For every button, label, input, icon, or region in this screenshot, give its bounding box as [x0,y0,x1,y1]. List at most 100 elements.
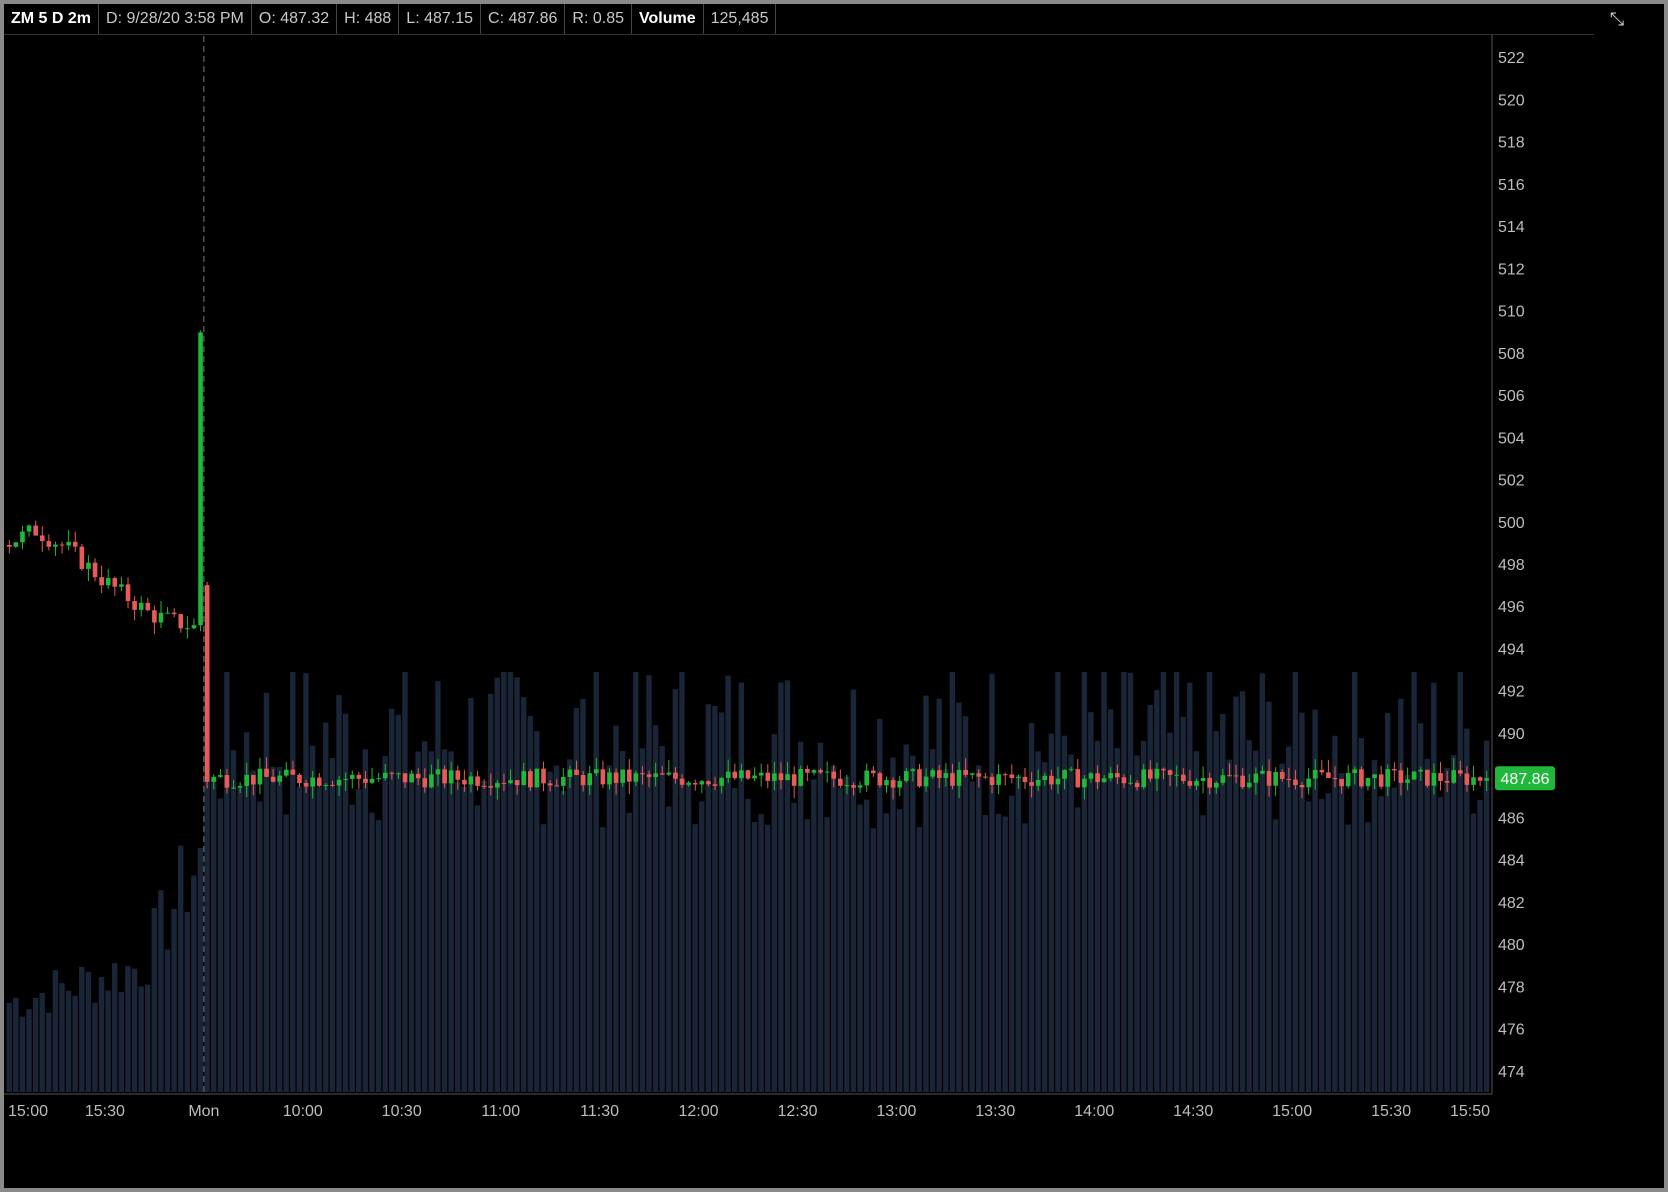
volume-bar [1009,795,1015,1092]
candle [1425,769,1430,788]
candle [158,601,164,629]
volume-bar [1325,793,1332,1092]
volume-bar [870,828,876,1092]
volume-bar [1035,751,1041,1092]
volume-bar [112,963,118,1092]
volume-bar [1378,796,1384,1092]
volume-bar [514,677,520,1092]
candle [86,555,91,582]
time-tick-label: 14:00 [1074,1103,1114,1120]
volume-bar [428,751,435,1092]
volume-bar [692,824,698,1092]
collapse-arrows-icon[interactable]: ⤡ [1606,8,1628,30]
volume-bar [1101,672,1107,1092]
candle [732,763,738,780]
volume-bar [1286,746,1292,1092]
price-tick-label: 502 [1498,473,1525,490]
volume-bar [903,744,909,1092]
volume-bar [751,821,758,1092]
volume-bar [1272,819,1279,1092]
volume-bar [422,741,428,1092]
volume-bar [633,672,639,1092]
volume-bar [699,801,705,1092]
volume-bar [52,970,59,1092]
volume-bar [626,812,632,1092]
range-readout: R: 0.85 [565,4,633,34]
candle [917,763,922,788]
volume-bar [448,751,454,1092]
volume-bar [778,682,784,1092]
volume-bar [1173,672,1180,1092]
volume-bar [382,756,388,1092]
candle [758,763,764,787]
volume-bar [995,813,1002,1092]
volume-bar [811,779,817,1092]
time-axis: 15:00 15:30 Mon 10:00 10:30 11:00 11:30 12:00 12… [8,1103,1490,1120]
volume-bar [804,819,810,1092]
volume-bar [857,804,863,1092]
volume-bar [177,845,184,1092]
candle [1471,765,1476,791]
candle [534,768,540,788]
volume-bar [441,749,448,1092]
volume-bar [606,765,613,1092]
candle [1477,776,1483,787]
volume-bar [989,673,995,1092]
volume-bar [85,971,92,1092]
volume-bar [494,677,500,1092]
candle [1319,760,1325,776]
candle [204,582,210,789]
volume-bar [956,702,962,1092]
time-tick-label: 15:50 [1450,1103,1490,1120]
volume-bar [118,992,125,1092]
volume-bar [270,766,276,1092]
candle [20,525,25,550]
open-readout: O: 487.32 [252,4,338,34]
volume-bar [1391,787,1397,1092]
volume-bar [1088,712,1094,1092]
volume-bar [59,983,65,1092]
volume-bar [1371,760,1378,1092]
volume-bar [336,695,342,1092]
volume-bar [184,912,190,1092]
volume-bar [461,786,467,1092]
candle [699,779,705,794]
time-tick-label: 15:30 [85,1103,125,1120]
volume-bar [19,1016,26,1092]
volume-bar [1450,755,1457,1092]
volume-bar [1154,690,1160,1092]
price-tick-label: 480 [1498,937,1525,954]
candle [112,576,118,596]
volume-bar [619,750,626,1092]
candle [1392,762,1397,782]
volume-bar [844,776,850,1092]
candle [824,761,830,783]
candle [1009,764,1015,784]
candle [26,524,32,537]
candle [59,541,65,554]
volume-bar [487,693,494,1092]
volume-bar [1332,735,1338,1092]
volume-bar [1015,775,1022,1092]
volume-bar [257,801,263,1092]
volume-bar [679,672,685,1092]
volume-bar [507,672,514,1092]
candle [369,767,375,785]
candle [1002,772,1008,786]
symbol-label[interactable]: ZM 5 D 2m [4,4,100,34]
price-chart[interactable]: 4744764784804824844864884904924944964985… [4,4,1664,1188]
candle [132,596,137,621]
candle [356,771,362,789]
price-tick-label: 518 [1498,135,1525,152]
volume-bar [797,741,804,1092]
candle [218,768,223,779]
volume-bar [79,966,85,1092]
volume-bar [276,766,283,1092]
candle [805,765,810,782]
volume-bar [342,713,349,1092]
volume-bar [98,977,105,1092]
volume-bar [1437,797,1444,1092]
time-tick-label: Mon [188,1103,219,1120]
volume-readout: 125,485 [704,4,777,34]
volume-bar [1444,768,1450,1092]
